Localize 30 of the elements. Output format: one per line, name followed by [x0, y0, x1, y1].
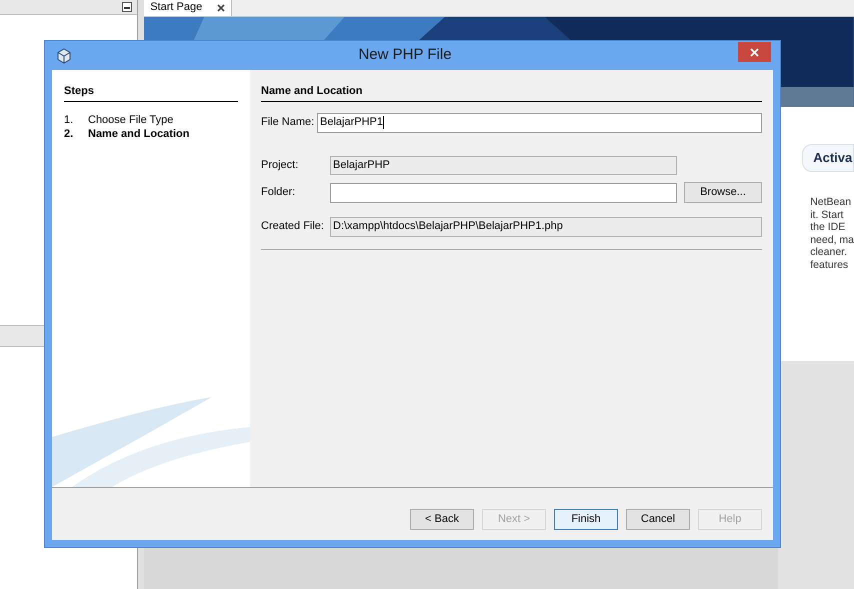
start-page-tab[interactable]: Start Page [144, 0, 232, 16]
panel-heading: Name and Location [261, 83, 762, 102]
intro-text-line: it. Start [810, 208, 844, 221]
folder-field[interactable] [330, 182, 677, 202]
step-item: 1. Choose File Type [64, 112, 174, 126]
step-item: 2. Name and Location [64, 126, 190, 140]
section-button[interactable]: Activa [802, 144, 854, 172]
intro-text-line: cleaner. [810, 246, 848, 258]
field-label: Created File: [261, 219, 325, 234]
intro-text-line: the IDE [810, 221, 846, 234]
field-label: File Name: [261, 115, 316, 130]
cube-icon [56, 48, 72, 64]
file-name-field[interactable]: BelajarPHP1 [317, 112, 762, 132]
close-button[interactable] [738, 42, 771, 62]
browse-button[interactable]: Browse... [684, 182, 762, 203]
field-label: Project: [261, 158, 300, 174]
dialog-button[interactable]: Cancel [626, 508, 690, 530]
steps-heading: Steps [64, 83, 238, 102]
close-icon[interactable] [217, 4, 226, 12]
dialog-button[interactable]: < Back [410, 508, 474, 530]
close-icon [750, 48, 759, 56]
intro-text-line: features [810, 258, 850, 271]
minimize-icon[interactable] [122, 2, 132, 12]
window-title: New PHP File [357, 45, 453, 66]
created-file-field: D:\xampp\htdocs\BelajarPHP\BelajarPHP1.php [330, 216, 762, 236]
dialog-button[interactable]: Finish [554, 508, 618, 530]
project-field: BelajarPHP [330, 156, 677, 175]
intro-text-line: need, ma [810, 234, 854, 246]
field-label: Folder: [261, 185, 296, 200]
intro-text-line: NetBean [810, 196, 852, 208]
